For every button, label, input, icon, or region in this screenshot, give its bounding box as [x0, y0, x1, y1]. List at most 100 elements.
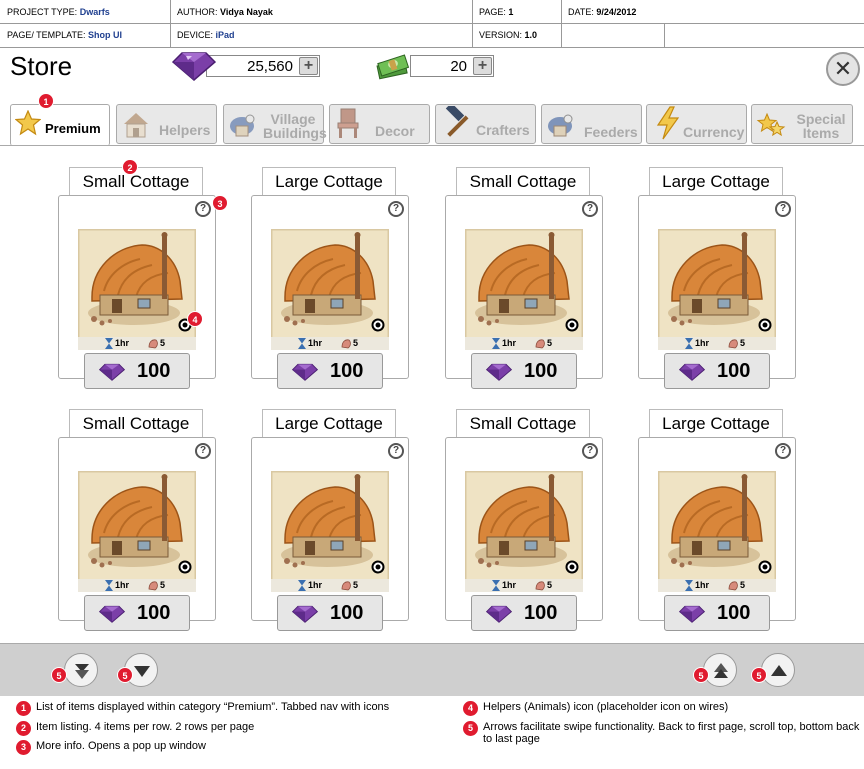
cash-icon [376, 54, 410, 80]
star-icon [15, 110, 41, 136]
buy-button[interactable]: 100 [277, 595, 383, 631]
item-price: 100 [330, 602, 364, 624]
tab-village-buildings[interactable]: Village Buildings [223, 104, 327, 144]
annotation-badge: 3 [212, 195, 228, 211]
hourglass-icon [492, 338, 500, 349]
item-price: 100 [137, 602, 171, 624]
spec-author: AUTHOR: Vidya Nayak [177, 7, 273, 17]
legend-number: 3 [16, 740, 31, 755]
legend-text: Helpers (Animals) icon (placeholder icon… [483, 701, 729, 713]
last-page-button[interactable] [703, 653, 737, 687]
helper-paw-icon [148, 581, 158, 591]
build-time: 1hr [115, 338, 130, 348]
item-card[interactable]: ? 1hr 5 100 [251, 437, 409, 631]
help-icon[interactable]: ? [388, 201, 404, 217]
double-chevron-up-icon [714, 663, 728, 678]
item-card[interactable]: ? 1hr 5 100 [638, 437, 796, 631]
stars-icon [756, 112, 786, 137]
double-chevron-down-icon [75, 664, 89, 679]
helper-paw-icon [341, 339, 351, 349]
helper-count: 5 [160, 580, 166, 590]
buy-button[interactable]: 100 [277, 353, 383, 389]
tab-label: Decor [375, 123, 415, 139]
item-card[interactable]: ? 1hr 5 100 [251, 195, 409, 389]
helper-paw-icon [535, 339, 545, 349]
legend-number: 4 [463, 701, 478, 716]
close-button[interactable]: ✕ [826, 52, 860, 86]
feeder-icon [548, 114, 573, 137]
item-stats: 1hr 5 [465, 579, 583, 592]
tab-premium[interactable]: Premium [10, 104, 110, 146]
hourglass-icon [298, 580, 306, 591]
gem-icon [679, 605, 705, 623]
help-icon[interactable]: ? [775, 201, 791, 217]
gem-icon [99, 605, 125, 623]
helpers-animals-icon [565, 318, 579, 332]
item-name: Large Cottage [649, 409, 783, 437]
item-card[interactable]: ? 1hr 5 100 [58, 195, 216, 389]
helper-paw-icon [728, 581, 738, 591]
spec-divider [664, 24, 665, 48]
legend-number: 1 [16, 701, 31, 716]
tab-label: Special Items [796, 111, 846, 141]
legend-text: More info. Opens a pop up window [36, 740, 206, 752]
item-name: Small Cottage [456, 409, 590, 437]
tab-feeders[interactable]: Feeders [541, 104, 642, 144]
gem-icon [172, 52, 216, 81]
build-time: 1hr [695, 580, 710, 590]
buy-button[interactable]: 100 [84, 595, 190, 631]
first-page-button[interactable] [64, 653, 98, 687]
add-gems-button[interactable]: + [299, 57, 318, 75]
gem-icon [486, 605, 512, 623]
helpers-animals-icon [758, 318, 772, 332]
item-card[interactable]: ? 1hr 5 100 [58, 437, 216, 631]
helpers-animals-icon [371, 560, 385, 574]
legend-text: Item listing. 4 items per row. 2 rows pe… [36, 721, 255, 733]
hourglass-icon [492, 580, 500, 591]
helper-count: 5 [547, 338, 553, 348]
legend-note: 4 Helpers (Animals) icon (placeholder ic… [463, 701, 863, 716]
tab-crafters[interactable]: Crafters [435, 104, 536, 144]
category-tabs: Premium Helpers Village Buildings Decor [0, 88, 864, 146]
help-icon[interactable]: ? [195, 443, 211, 459]
buy-button[interactable]: 100 [664, 595, 770, 631]
gem-balance: 25,560 + [206, 55, 320, 77]
buy-button[interactable]: 100 [84, 353, 190, 389]
helpers-animals-icon [178, 560, 192, 574]
help-icon[interactable]: ? [195, 201, 211, 217]
item-card[interactable]: ? 1hr 5 100 [445, 437, 603, 631]
spec-project-type: PROJECT TYPE: Dwarfs [7, 7, 110, 17]
legend-note: 5 Arrows facilitate swipe functionality.… [463, 721, 863, 745]
item-name: Small Cottage [69, 409, 203, 437]
buy-button[interactable]: 100 [471, 353, 577, 389]
add-cash-button[interactable]: + [473, 57, 492, 75]
tab-helpers[interactable]: Helpers [116, 104, 217, 144]
item-price: 100 [524, 602, 558, 624]
annotation-badge: 5 [51, 667, 67, 683]
buy-button[interactable]: 100 [664, 353, 770, 389]
annotation-badge: 5 [693, 667, 709, 683]
item-name: Large Cottage [262, 409, 396, 437]
helper-count: 5 [353, 580, 359, 590]
tab-label: Crafters [476, 122, 530, 138]
help-icon[interactable]: ? [775, 443, 791, 459]
annotation-badge: 5 [751, 667, 767, 683]
help-icon[interactable]: ? [388, 443, 404, 459]
help-icon[interactable]: ? [582, 201, 598, 217]
buy-button[interactable]: 100 [471, 595, 577, 631]
scroll-up-button[interactable] [761, 653, 795, 687]
spec-device: DEVICE: iPad [177, 30, 235, 40]
build-time: 1hr [115, 580, 130, 590]
item-card[interactable]: ? 1hr 5 100 [445, 195, 603, 389]
tab-currency[interactable]: Currency [646, 104, 747, 144]
help-icon[interactable]: ? [582, 443, 598, 459]
gem-icon [486, 363, 512, 381]
tab-decor[interactable]: Decor [329, 104, 430, 144]
annotation-badge: 1 [38, 93, 54, 109]
gem-icon [292, 363, 318, 381]
legend-note: 2 Item listing. 4 items per row. 2 rows … [16, 721, 446, 736]
hourglass-icon [105, 338, 113, 349]
item-card[interactable]: ? 1hr 5 100 [638, 195, 796, 389]
tab-special-items[interactable]: Special Items [751, 104, 853, 144]
item-stats: 1hr 5 [271, 579, 389, 592]
